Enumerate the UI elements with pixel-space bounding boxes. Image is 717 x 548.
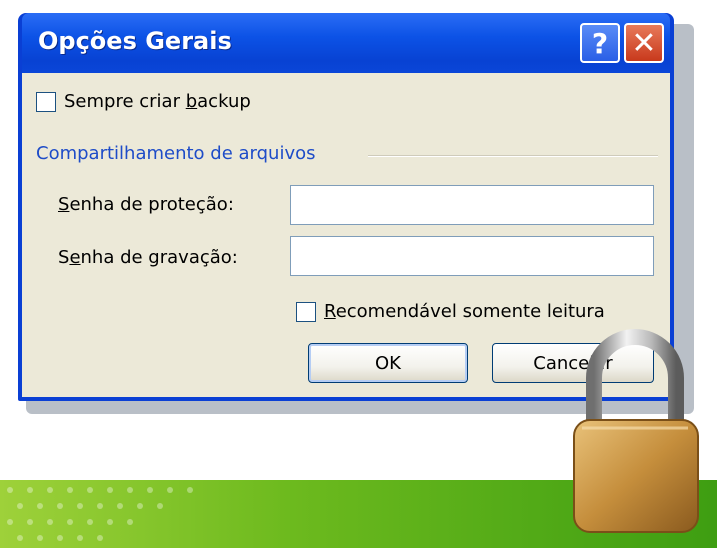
protection-label-rest: enha de proteção: <box>69 194 234 215</box>
close-button[interactable]: ✕ <box>624 23 664 63</box>
readonly-checkbox-row[interactable]: Recomendável somente leitura <box>296 301 605 322</box>
backup-label-part: Sempre criar <box>64 91 186 112</box>
help-button[interactable]: ? <box>580 23 620 63</box>
ok-button[interactable]: OK <box>308 343 468 383</box>
protection-label-mnemonic: S <box>58 194 70 215</box>
protection-password-label: Senha de proteção: <box>58 194 234 215</box>
write-label-first: S <box>58 247 70 268</box>
readonly-label-rest: ecomendável somente leitura <box>335 301 605 322</box>
sharing-group-label: Compartilhamento de arquivos <box>36 143 316 164</box>
backup-checkbox-row[interactable]: Sempre criar backup <box>36 91 251 112</box>
readonly-label-mnemonic: R <box>324 301 336 322</box>
group-divider <box>368 155 658 157</box>
write-label-mnemonic: e <box>69 247 81 268</box>
title-bar[interactable]: Opções Gerais ? ✕ <box>22 13 670 73</box>
backup-label-mnemonic: b <box>185 91 198 112</box>
padlock-icon <box>573 329 699 533</box>
write-password-label: Senha de gravação: <box>58 247 238 268</box>
write-password-input[interactable] <box>290 236 654 276</box>
write-label-rest: nha de gravação: <box>80 247 238 268</box>
backup-label: Sempre criar backup <box>64 91 251 112</box>
dialog-title: Opções Gerais <box>38 27 232 55</box>
readonly-checkbox[interactable] <box>296 301 316 322</box>
protection-password-input[interactable] <box>290 185 654 225</box>
backup-label-part: ackup <box>197 91 251 112</box>
banner-dots-decoration <box>7 487 193 541</box>
readonly-label: Recomendável somente leitura <box>324 301 605 322</box>
help-icon: ? <box>591 26 609 60</box>
close-icon: ✕ <box>631 25 657 61</box>
backup-checkbox[interactable] <box>36 91 56 112</box>
